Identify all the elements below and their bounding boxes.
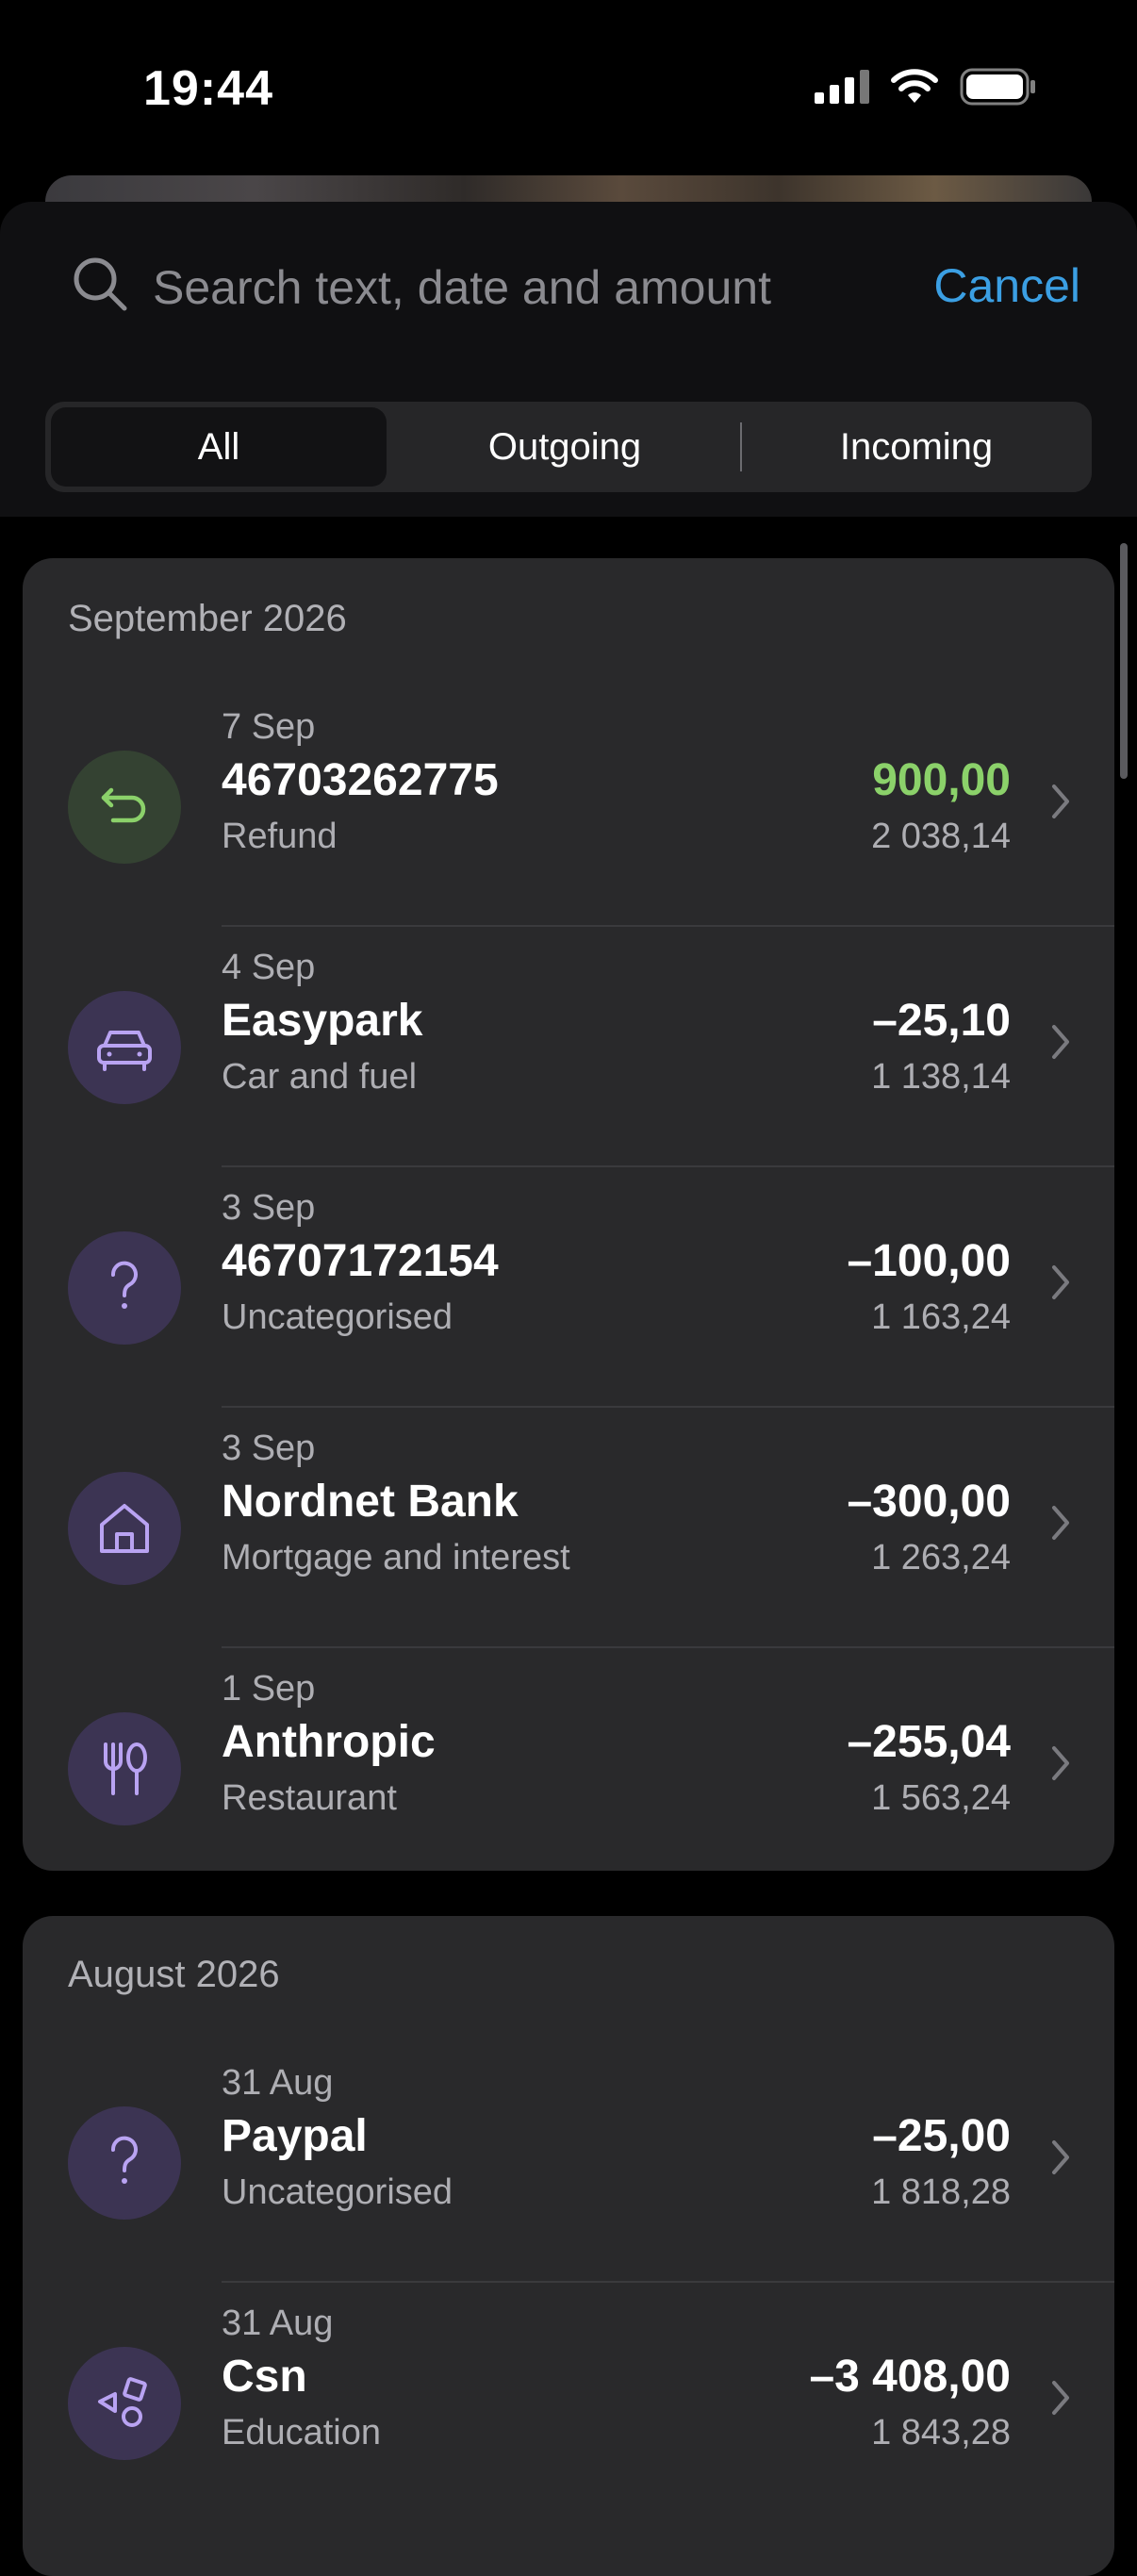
transaction-category: Uncategorised — [222, 1297, 453, 1337]
refund-icon — [68, 751, 181, 864]
search-bar: Cancel — [0, 202, 1137, 362]
cutlery-icon — [68, 1712, 181, 1825]
transaction-balance: 1 563,24 — [871, 1778, 1011, 1818]
transaction-balance: 1 263,24 — [871, 1538, 1011, 1577]
transaction-date: 3 Sep — [222, 1188, 316, 1228]
transaction-date: 1 Sep — [222, 1669, 316, 1709]
filter-segmented-control: All Outgoing Incoming — [45, 402, 1092, 492]
transaction-balance: 1 138,14 — [871, 1057, 1011, 1097]
transaction-date: 31 Aug — [222, 2063, 334, 2103]
segment-divider — [740, 422, 742, 471]
question-icon — [68, 1231, 181, 1345]
wifi-icon — [891, 69, 938, 103]
transaction-name: Paypal — [222, 2111, 368, 2161]
transaction-amount: –25,00 — [872, 2111, 1011, 2161]
transaction-category: Restaurant — [222, 1778, 397, 1818]
transaction-amount: –300,00 — [847, 1477, 1011, 1527]
signal-icon — [815, 70, 869, 104]
transaction-balance: 2 038,14 — [871, 817, 1011, 856]
transaction-date: 7 Sep — [222, 707, 316, 747]
search-icon — [74, 257, 127, 311]
transaction-category: Car and fuel — [222, 1057, 418, 1097]
month-group: August 2026 31 Aug Paypal Uncategorised … — [23, 1916, 1114, 2576]
transaction-category: Uncategorised — [222, 2172, 453, 2212]
chevron-right-icon — [1052, 2381, 1069, 2415]
transaction-balance: 1 818,28 — [871, 2172, 1011, 2212]
transaction-list[interactable]: September 2026 7 Sep 46703262775 Refund … — [0, 517, 1137, 2576]
house-icon — [68, 1472, 181, 1585]
transaction-amount: –3 408,00 — [809, 2352, 1011, 2402]
transaction-row[interactable]: 7 Sep 46703262775 Refund 900,00 2 038,14 — [23, 686, 1114, 927]
transaction-category: Refund — [222, 817, 338, 856]
transaction-name: 46707172154 — [222, 1236, 499, 1286]
transaction-row[interactable]: 3 Sep 46707172154 Uncategorised –100,00 … — [23, 1167, 1114, 1408]
question-icon — [68, 2106, 181, 2220]
chevron-right-icon — [1052, 1265, 1069, 1299]
transaction-date: 31 Aug — [222, 2304, 334, 2343]
transaction-date: 4 Sep — [222, 948, 316, 987]
chevron-right-icon — [1052, 2140, 1069, 2174]
transaction-date: 3 Sep — [222, 1428, 316, 1468]
status-time: 19:44 — [143, 61, 273, 116]
transaction-amount: –255,04 — [847, 1717, 1011, 1767]
status-bar: 19:44 — [0, 0, 1137, 179]
transaction-row[interactable]: 4 Sep Easypark Car and fuel –25,10 1 138… — [23, 927, 1114, 1167]
transaction-row[interactable]: 3 Sep Nordnet Bank Mortgage and interest… — [23, 1408, 1114, 1648]
transaction-category: Education — [222, 2413, 382, 2452]
search-input[interactable] — [153, 255, 907, 321]
transaction-name: Easypark — [222, 996, 423, 1046]
transaction-balance: 1 843,28 — [871, 2413, 1011, 2452]
tab-incoming[interactable]: Incoming — [747, 407, 1086, 487]
month-title: September 2026 — [68, 598, 347, 639]
chevron-right-icon — [1052, 1746, 1069, 1780]
month-group: September 2026 7 Sep 46703262775 Refund … — [23, 558, 1114, 1871]
car-icon — [68, 991, 181, 1104]
transaction-amount: –100,00 — [847, 1236, 1011, 1286]
cancel-button[interactable]: Cancel — [933, 258, 1080, 313]
chevron-right-icon — [1052, 1506, 1069, 1540]
transaction-balance: 1 163,24 — [871, 1297, 1011, 1337]
transaction-category: Mortgage and interest — [222, 1538, 570, 1577]
tab-all[interactable]: All — [51, 407, 387, 487]
chevron-right-icon — [1052, 1025, 1069, 1059]
tab-outgoing[interactable]: Outgoing — [394, 407, 735, 487]
transaction-row[interactable]: 31 Aug Paypal Uncategorised –25,00 1 818… — [23, 2042, 1114, 2283]
battery-icon — [960, 68, 1035, 106]
scrollbar[interactable] — [1120, 543, 1128, 779]
transaction-amount: 900,00 — [872, 755, 1011, 805]
transaction-row[interactable]: 31 Aug Csn Education –3 408,00 1 843,28 — [23, 2283, 1114, 2523]
transaction-name: Anthropic — [222, 1717, 436, 1767]
month-title: August 2026 — [68, 1954, 280, 1995]
transaction-name: 46703262775 — [222, 755, 499, 805]
status-icons — [815, 68, 1037, 106]
shapes-icon — [68, 2347, 181, 2460]
transaction-name: Nordnet Bank — [222, 1477, 519, 1527]
transaction-row[interactable]: 1 Sep Anthropic Restaurant –255,04 1 563… — [23, 1648, 1114, 1889]
chevron-right-icon — [1052, 784, 1069, 818]
transaction-name: Csn — [222, 2352, 307, 2402]
transaction-amount: –25,10 — [872, 996, 1011, 1046]
